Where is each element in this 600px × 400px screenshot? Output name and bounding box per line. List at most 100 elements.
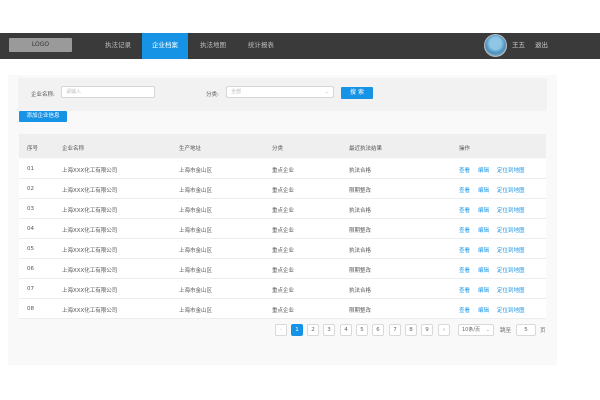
company-name-label: 企业名称: xyxy=(31,92,55,98)
cell-company-name: 上海XXX化工有限公司 xyxy=(62,188,118,194)
edit-link[interactable]: 编辑 xyxy=(478,306,489,314)
add-company-button[interactable]: 添加企业信息 xyxy=(19,111,67,122)
cell-no: 01 xyxy=(27,166,34,172)
company-name-input[interactable]: 请输入 xyxy=(61,86,155,98)
cell-address: 上海市金山区 xyxy=(179,268,213,274)
locate-on-map-link[interactable]: 定位到地图 xyxy=(497,186,525,194)
table-row: 04 上海XXX化工有限公司 上海市金山区 重点企业 限期整改 查看 编辑 定位… xyxy=(19,219,546,239)
pagination-page-1[interactable]: 1 xyxy=(291,324,303,336)
category-select[interactable]: 全部 ⌄ xyxy=(226,86,334,98)
table-row: 07 上海XXX化工有限公司 上海市金山区 重点企业 执法合格 查看 编辑 定位… xyxy=(19,279,546,299)
user-name[interactable]: 王五 xyxy=(512,33,525,59)
nav-tab-enforcement-records[interactable]: 执法记录 xyxy=(100,33,136,59)
cell-category: 重点企业 xyxy=(272,268,295,274)
column-header-company-name: 企业名称 xyxy=(62,146,85,152)
cell-no: 07 xyxy=(27,286,34,292)
view-link[interactable]: 查看 xyxy=(459,266,470,274)
cell-company-name: 上海XXX化工有限公司 xyxy=(62,268,118,274)
locate-on-map-link[interactable]: 定位到地图 xyxy=(497,246,525,254)
edit-link[interactable]: 编辑 xyxy=(478,226,489,234)
table-row: 05 上海XXX化工有限公司 上海市金山区 重点企业 执法合格 查看 编辑 定位… xyxy=(19,239,546,259)
cell-latest-result: 执法合格 xyxy=(349,168,372,174)
cell-company-name: 上海XXX化工有限公司 xyxy=(62,248,118,254)
edit-link[interactable]: 编辑 xyxy=(478,166,489,174)
cell-latest-result: 限期整改 xyxy=(349,268,372,274)
cell-no: 06 xyxy=(27,266,34,272)
pagination-prev-button[interactable]: ‹ xyxy=(275,324,287,336)
category-label: 分类: xyxy=(206,92,219,98)
view-link[interactable]: 查看 xyxy=(459,206,470,214)
edit-link[interactable]: 编辑 xyxy=(478,186,489,194)
table-row: 08 上海XXX化工有限公司 上海市金山区 重点企业 限期整改 查看 编辑 定位… xyxy=(19,299,546,319)
pagination-next-button[interactable]: › xyxy=(438,324,450,336)
cell-company-name: 上海XXX化工有限公司 xyxy=(62,208,118,214)
chevron-down-icon: ⌄ xyxy=(485,327,490,333)
edit-link[interactable]: 编辑 xyxy=(478,246,489,254)
cell-category: 重点企业 xyxy=(272,208,295,214)
cell-company-name: 上海XXX化工有限公司 xyxy=(62,288,118,294)
locate-on-map-link[interactable]: 定位到地图 xyxy=(497,306,525,314)
pagination-page-8[interactable]: 8 xyxy=(405,324,417,336)
cell-address: 上海市金山区 xyxy=(179,188,213,194)
pagination-page-3[interactable]: 3 xyxy=(323,324,335,336)
top-nav-bar: LOGO 执法记录 企业档案 执法地图 统计报表 王五 退出 xyxy=(0,33,600,59)
pagination-page-4[interactable]: 4 xyxy=(340,324,352,336)
cell-address: 上海市金山区 xyxy=(179,288,213,294)
cell-category: 重点企业 xyxy=(272,308,295,314)
cell-category: 重点企业 xyxy=(272,228,295,234)
chevron-down-icon: ⌄ xyxy=(324,89,329,95)
locate-on-map-link[interactable]: 定位到地图 xyxy=(497,206,525,214)
cell-address: 上海市金山区 xyxy=(179,168,213,174)
view-link[interactable]: 查看 xyxy=(459,226,470,234)
cell-company-name: 上海XXX化工有限公司 xyxy=(62,308,118,314)
cell-category: 重点企业 xyxy=(272,248,295,254)
edit-link[interactable]: 编辑 xyxy=(478,206,489,214)
locate-on-map-link[interactable]: 定位到地图 xyxy=(497,226,525,234)
cell-no: 08 xyxy=(27,306,34,312)
edit-link[interactable]: 编辑 xyxy=(478,286,489,294)
table-row: 02 上海XXX化工有限公司 上海市金山区 重点企业 限期整改 查看 编辑 定位… xyxy=(19,179,546,199)
cell-address: 上海市金山区 xyxy=(179,308,213,314)
jump-to-label: 跳至 xyxy=(500,328,512,334)
cell-latest-result: 执法合格 xyxy=(349,288,372,294)
cell-address: 上海市金山区 xyxy=(179,208,213,214)
edit-link[interactable]: 编辑 xyxy=(478,266,489,274)
pagination-page-2[interactable]: 2 xyxy=(307,324,319,336)
locate-on-map-link[interactable]: 定位到地图 xyxy=(497,286,525,294)
avatar[interactable] xyxy=(484,34,507,57)
table-row: 06 上海XXX化工有限公司 上海市金山区 重点企业 限期整改 查看 编辑 定位… xyxy=(19,259,546,279)
view-link[interactable]: 查看 xyxy=(459,166,470,174)
cell-company-name: 上海XXX化工有限公司 xyxy=(62,168,118,174)
pagination-page-9[interactable]: 9 xyxy=(421,324,433,336)
cell-category: 重点企业 xyxy=(272,168,295,174)
column-header-no: 序号 xyxy=(27,146,39,152)
nav-tab-enforcement-map[interactable]: 执法地图 xyxy=(195,33,231,59)
cell-category: 重点企业 xyxy=(272,188,295,194)
nav-tab-statistics[interactable]: 统计报表 xyxy=(243,33,279,59)
column-header-latest-result: 最近执法结果 xyxy=(349,146,383,152)
view-link[interactable]: 查看 xyxy=(459,306,470,314)
logout-link[interactable]: 退出 xyxy=(535,33,548,59)
locate-on-map-link[interactable]: 定位到地图 xyxy=(497,166,525,174)
search-button[interactable]: 搜 索 xyxy=(341,87,373,99)
cell-no: 03 xyxy=(27,206,34,212)
page-unit-label: 页 xyxy=(540,328,546,334)
jump-to-page-input[interactable]: 5 xyxy=(516,324,536,336)
view-link[interactable]: 查看 xyxy=(459,246,470,254)
view-link[interactable]: 查看 xyxy=(459,186,470,194)
pagination-page-7[interactable]: 7 xyxy=(389,324,401,336)
cell-no: 04 xyxy=(27,226,34,232)
pagination-page-6[interactable]: 6 xyxy=(372,324,384,336)
cell-latest-result: 限期整改 xyxy=(349,308,372,314)
nav-tab-company-archive[interactable]: 企业档案 xyxy=(142,33,188,59)
view-link[interactable]: 查看 xyxy=(459,286,470,294)
table-row: 03 上海XXX化工有限公司 上海市金山区 重点企业 执法合格 查看 编辑 定位… xyxy=(19,199,546,219)
locate-on-map-link[interactable]: 定位到地图 xyxy=(497,266,525,274)
logo[interactable]: LOGO xyxy=(9,38,72,52)
cell-no: 05 xyxy=(27,246,34,252)
cell-no: 02 xyxy=(27,186,34,192)
page-size-value: 10条/页 xyxy=(462,327,481,333)
cell-address: 上海市金山区 xyxy=(179,228,213,234)
pagination-page-5[interactable]: 5 xyxy=(356,324,368,336)
page-size-select[interactable]: 10条/页 ⌄ xyxy=(458,324,494,336)
